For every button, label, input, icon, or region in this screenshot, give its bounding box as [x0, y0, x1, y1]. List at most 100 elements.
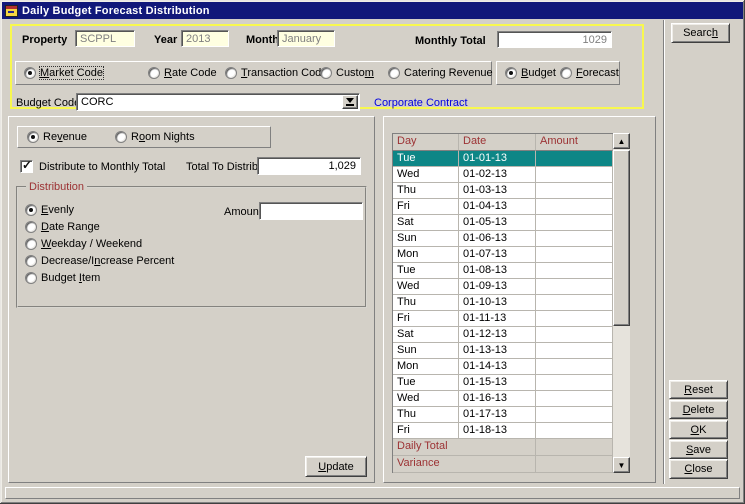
budget-code-combo[interactable]: CORC — [76, 93, 360, 111]
table-row[interactable]: Thu01-10-13 — [393, 295, 613, 311]
distribute-checkbox[interactable]: ✓ — [20, 160, 33, 173]
radio-market-code[interactable] — [24, 67, 36, 79]
cell-date[interactable]: 01-06-13 — [459, 231, 536, 247]
cell-amount[interactable] — [536, 231, 613, 247]
amount-field[interactable] — [259, 202, 363, 220]
cell-day[interactable]: Thu — [393, 407, 459, 423]
table-row[interactable]: Fri01-04-13 — [393, 199, 613, 215]
scroll-up-icon[interactable]: ▲ — [613, 133, 630, 149]
radio-weekday-weekend[interactable] — [25, 238, 37, 250]
radio-revenue-label[interactable]: Revenue — [43, 131, 87, 143]
radio-date-range-label[interactable]: Date Range — [41, 221, 100, 233]
cell-day[interactable]: Tue — [393, 151, 459, 167]
cell-amount[interactable] — [536, 295, 613, 311]
reset-button[interactable]: Reset — [669, 380, 728, 399]
cell-amount[interactable] — [536, 167, 613, 183]
radio-market-code-label[interactable]: Market Code — [40, 67, 103, 79]
cell-day[interactable]: Mon — [393, 247, 459, 263]
table-row[interactable]: Thu01-03-13 — [393, 183, 613, 199]
cell-amount[interactable] — [536, 343, 613, 359]
cell-date[interactable]: 01-18-13 — [459, 423, 536, 439]
radio-date-range[interactable] — [25, 221, 37, 233]
cell-date[interactable]: 01-07-13 — [459, 247, 536, 263]
table-row[interactable]: Tue01-15-13 — [393, 375, 613, 391]
cell-day[interactable]: Fri — [393, 199, 459, 215]
cell-date[interactable]: 01-15-13 — [459, 375, 536, 391]
cell-day[interactable]: Sat — [393, 215, 459, 231]
cell-date[interactable]: 01-11-13 — [459, 311, 536, 327]
cell-date[interactable]: 01-04-13 — [459, 199, 536, 215]
table-row[interactable]: Wed01-09-13 — [393, 279, 613, 295]
radio-forecast[interactable] — [560, 67, 572, 79]
table-row[interactable]: Mon01-07-13 — [393, 247, 613, 263]
cell-day[interactable]: Sun — [393, 231, 459, 247]
cell-day[interactable]: Tue — [393, 263, 459, 279]
cell-day[interactable]: Wed — [393, 167, 459, 183]
cell-date[interactable]: 01-16-13 — [459, 391, 536, 407]
cell-day[interactable]: Fri — [393, 423, 459, 439]
radio-evenly[interactable] — [25, 204, 37, 216]
cell-amount[interactable] — [536, 375, 613, 391]
radio-decrease-increase-label[interactable]: Decrease/Increase Percent — [41, 255, 174, 267]
radio-budget[interactable] — [505, 67, 517, 79]
cell-day[interactable]: Mon — [393, 359, 459, 375]
cell-amount[interactable] — [536, 151, 613, 167]
table-row[interactable]: Sun01-06-13 — [393, 231, 613, 247]
radio-forecast-label[interactable]: Forecast — [576, 67, 619, 79]
cell-date[interactable]: 01-14-13 — [459, 359, 536, 375]
table-row[interactable]: Sat01-05-13 — [393, 215, 613, 231]
table-scrollbar[interactable]: ▲ ▼ — [613, 133, 630, 473]
radio-custom[interactable] — [320, 67, 332, 79]
cell-day[interactable]: Tue — [393, 375, 459, 391]
cell-date[interactable]: 01-09-13 — [459, 279, 536, 295]
cell-amount[interactable] — [536, 423, 613, 439]
radio-transaction-code[interactable] — [225, 67, 237, 79]
total-to-distribute-field[interactable] — [257, 157, 361, 175]
cell-date[interactable]: 01-01-13 — [459, 151, 536, 167]
radio-rate-code-label[interactable]: Rate Code — [164, 67, 217, 79]
ok-button[interactable]: OK — [669, 420, 728, 439]
table-row[interactable]: Sun01-13-13 — [393, 343, 613, 359]
radio-transaction-code-label[interactable]: Transaction Code — [241, 67, 327, 79]
cell-amount[interactable] — [536, 407, 613, 423]
cell-day[interactable]: Wed — [393, 279, 459, 295]
cell-date[interactable]: 01-12-13 — [459, 327, 536, 343]
cell-date[interactable]: 01-03-13 — [459, 183, 536, 199]
radio-rate-code[interactable] — [148, 67, 160, 79]
radio-room-nights-label[interactable]: Room Nights — [131, 131, 195, 143]
distribute-checkbox-label[interactable]: Distribute to Monthly Total — [39, 161, 165, 173]
cell-amount[interactable] — [536, 263, 613, 279]
cell-amount[interactable] — [536, 279, 613, 295]
radio-weekday-weekend-label[interactable]: Weekday / Weekend — [41, 238, 142, 250]
save-button[interactable]: Save — [669, 440, 728, 459]
cell-day[interactable]: Sun — [393, 343, 459, 359]
close-button[interactable]: Close — [669, 459, 728, 479]
cell-date[interactable]: 01-13-13 — [459, 343, 536, 359]
cell-date[interactable]: 01-17-13 — [459, 407, 536, 423]
cell-date[interactable]: 01-08-13 — [459, 263, 536, 279]
cell-day[interactable]: Thu — [393, 295, 459, 311]
table-row[interactable]: Wed01-02-13 — [393, 167, 613, 183]
cell-amount[interactable] — [536, 391, 613, 407]
cell-amount[interactable] — [536, 199, 613, 215]
cell-amount[interactable] — [536, 359, 613, 375]
cell-day[interactable]: Wed — [393, 391, 459, 407]
radio-custom-label[interactable]: Custom — [336, 67, 374, 79]
radio-room-nights[interactable] — [115, 131, 127, 143]
cell-day[interactable]: Sat — [393, 327, 459, 343]
cell-day[interactable]: Fri — [393, 311, 459, 327]
table-row[interactable]: Tue01-08-13 — [393, 263, 613, 279]
scrollbar-thumb[interactable] — [613, 150, 630, 326]
cell-day[interactable]: Thu — [393, 183, 459, 199]
table-row[interactable]: Wed01-16-13 — [393, 391, 613, 407]
radio-evenly-label[interactable]: Evenly — [41, 204, 74, 216]
scroll-down-icon[interactable]: ▼ — [613, 457, 630, 473]
table-row[interactable]: Tue01-01-13 — [393, 151, 613, 167]
cell-amount[interactable] — [536, 183, 613, 199]
cell-amount[interactable] — [536, 327, 613, 343]
radio-budget-item-label[interactable]: Budget Item — [41, 272, 100, 284]
table-row[interactable]: Fri01-18-13 — [393, 423, 613, 439]
radio-budget-label[interactable]: Budget — [521, 67, 556, 79]
radio-budget-item[interactable] — [25, 272, 37, 284]
cell-amount[interactable] — [536, 247, 613, 263]
